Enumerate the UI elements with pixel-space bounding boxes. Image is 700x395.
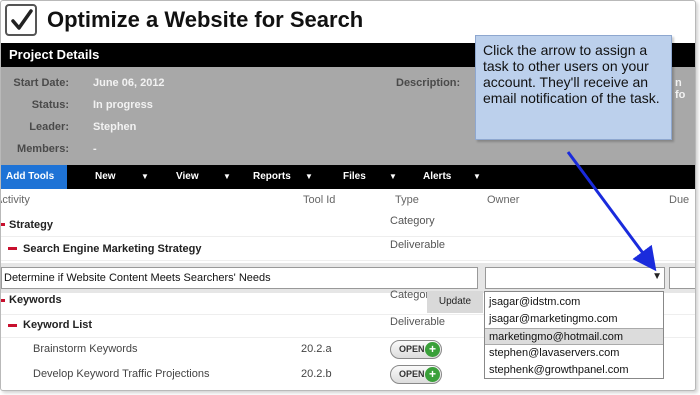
detail-label: Leader: bbox=[29, 121, 69, 133]
detail-label: Members: bbox=[17, 143, 69, 155]
owner-option[interactable]: jsagar@marketingmo.com bbox=[485, 311, 663, 328]
page-title: Optimize a Website for Search bbox=[47, 7, 364, 32]
menu-reports[interactable]: Reports bbox=[253, 165, 291, 189]
add-tools-button[interactable]: Add Tools bbox=[1, 165, 67, 189]
detail-members: Members: - bbox=[1, 143, 695, 163]
detail-value: June 06, 2012 bbox=[93, 77, 165, 89]
row-tool-id: 20.2.b bbox=[301, 368, 332, 380]
row-label: Search Engine Marketing Strategy bbox=[23, 243, 202, 255]
chevron-down-icon[interactable]: ▼ bbox=[473, 165, 481, 189]
row-label: Brainstorm Keywords bbox=[33, 343, 138, 355]
due-date-input[interactable] bbox=[669, 267, 695, 289]
plus-circle-icon[interactable]: + bbox=[425, 367, 440, 382]
help-callout: Click the arrow to assign a task to othe… bbox=[475, 35, 672, 140]
detail-label: Status: bbox=[31, 99, 69, 111]
owner-option[interactable]: stephen@lavaservers.com bbox=[485, 345, 663, 362]
checkbox-check-icon bbox=[5, 4, 37, 36]
chevron-down-icon[interactable]: ▼ bbox=[305, 165, 313, 189]
chevron-down-icon[interactable]: ▼ bbox=[223, 165, 231, 189]
open-status-button[interactable]: OPEN + bbox=[390, 365, 442, 384]
open-status-button[interactable]: OPEN + bbox=[390, 340, 442, 359]
column-type[interactable]: Type bbox=[395, 194, 419, 206]
task-edit-row: ▼ bbox=[1, 263, 695, 293]
category-bullet bbox=[1, 223, 5, 226]
menu-view[interactable]: View bbox=[176, 165, 199, 189]
menu-files[interactable]: Files bbox=[343, 165, 366, 189]
row-type: Deliverable bbox=[390, 239, 446, 251]
category-bullet bbox=[1, 299, 5, 302]
table-header: Activity Tool Id Type Owner Due bbox=[1, 191, 695, 211]
deliverable-bullet bbox=[8, 324, 17, 327]
menu-alerts[interactable]: Alerts bbox=[423, 165, 451, 189]
chevron-down-icon[interactable]: ▼ bbox=[141, 165, 149, 189]
description-value: n fo bbox=[675, 77, 686, 101]
owner-option[interactable]: jsagar@idstm.com bbox=[485, 294, 663, 311]
app-window: Optimize a Website for Search Project De… bbox=[0, 0, 696, 391]
detail-value: - bbox=[93, 143, 97, 155]
column-owner[interactable]: Owner bbox=[487, 194, 519, 206]
deliverable-bullet bbox=[8, 247, 17, 250]
row-tool-id: 20.2.a bbox=[301, 343, 332, 355]
row-label: Keywords bbox=[9, 294, 62, 306]
detail-label: Start Date: bbox=[13, 77, 69, 89]
row-type: Category bbox=[390, 215, 435, 227]
row-label: Develop Keyword Traffic Projections bbox=[33, 368, 210, 380]
plus-circle-icon[interactable]: + bbox=[425, 342, 440, 357]
row-label: Keyword List bbox=[23, 319, 93, 331]
dropdown-arrow-icon[interactable]: ▼ bbox=[652, 271, 662, 282]
column-activity[interactable]: Activity bbox=[1, 194, 30, 206]
task-name-input[interactable] bbox=[1, 267, 478, 289]
table-row[interactable]: Search Engine Marketing Strategy Deliver… bbox=[1, 237, 695, 261]
owner-select[interactable]: ▼ bbox=[485, 267, 665, 289]
detail-value: Stephen bbox=[93, 121, 137, 133]
row-type: Deliverable bbox=[390, 316, 446, 328]
owner-option[interactable]: stephenk@growthpanel.com bbox=[485, 362, 663, 379]
column-due[interactable]: Due bbox=[669, 194, 689, 206]
owner-option-selected[interactable]: marketingmo@hotmail.com bbox=[485, 328, 663, 345]
detail-value: In progress bbox=[93, 99, 153, 111]
table-row[interactable]: Strategy Category bbox=[1, 213, 695, 237]
chevron-down-icon[interactable]: ▼ bbox=[389, 165, 397, 189]
column-tool-id[interactable]: Tool Id bbox=[303, 194, 335, 206]
menu-new[interactable]: New bbox=[95, 165, 116, 189]
toolbar: Add Tools New ▼ View ▼ Reports ▼ Files ▼… bbox=[1, 165, 695, 189]
owner-dropdown-list: jsagar@idstm.com jsagar@marketingmo.com … bbox=[484, 291, 664, 379]
row-label: Strategy bbox=[9, 219, 54, 231]
description-label: Description: bbox=[396, 77, 461, 89]
section-title: Project Details bbox=[9, 47, 100, 62]
row-type: Categor bbox=[390, 289, 430, 301]
update-button[interactable]: Update bbox=[427, 291, 483, 313]
status-label: OPEN bbox=[399, 344, 425, 354]
status-label: OPEN bbox=[399, 369, 425, 379]
